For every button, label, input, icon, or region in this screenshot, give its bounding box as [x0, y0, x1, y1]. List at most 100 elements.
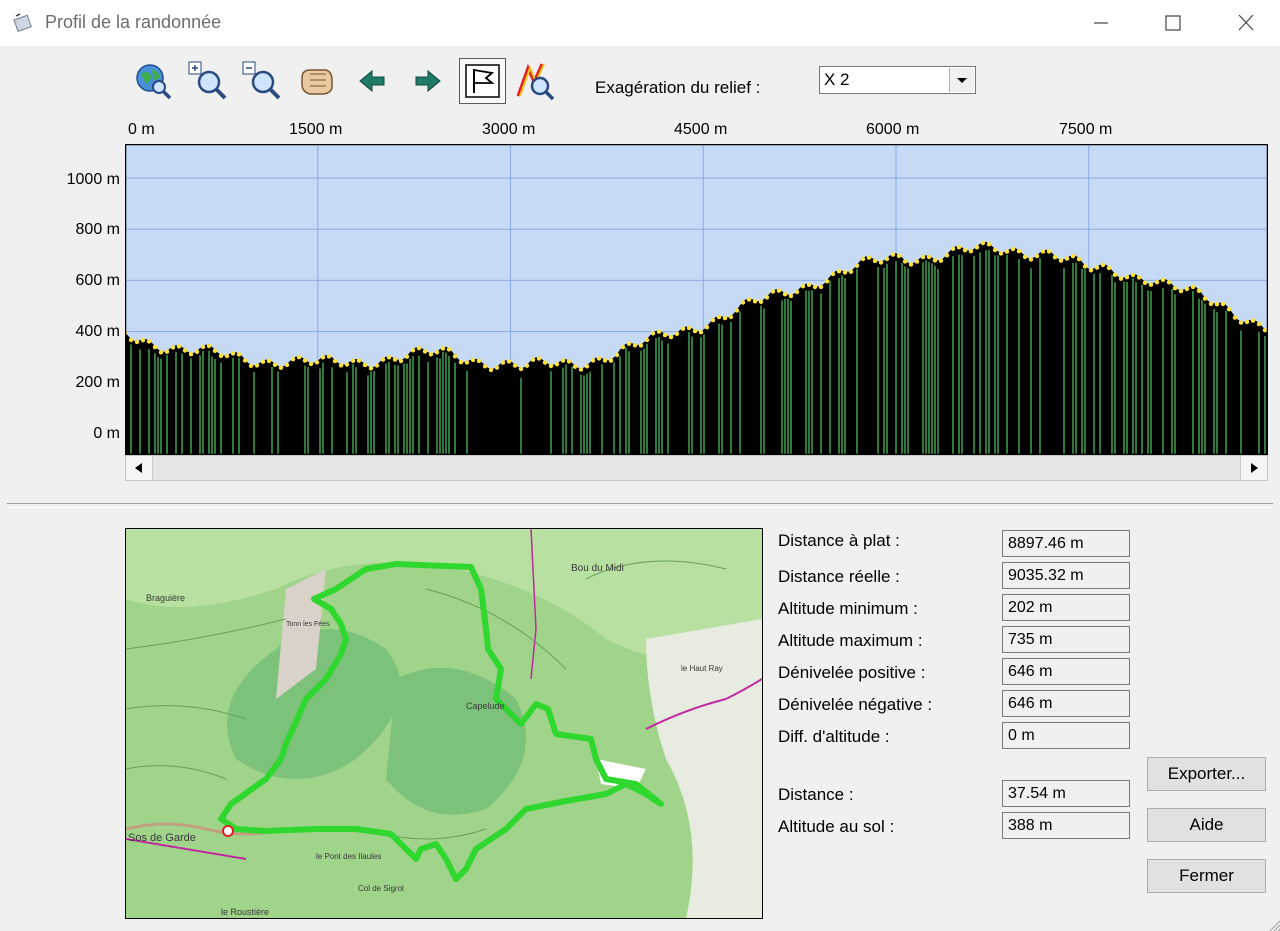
zoom-in-icon[interactable]: [187, 60, 229, 102]
track-point: [170, 345, 176, 350]
track-point: [680, 326, 686, 331]
track-point: [1010, 246, 1016, 252]
x-tick-label: 1500 m: [289, 121, 343, 138]
track-point: [1172, 286, 1178, 291]
y-tick-label: 1000 m: [66, 171, 120, 188]
track-point: [134, 339, 140, 345]
track-point: [1064, 256, 1070, 261]
track-point: [740, 300, 746, 305]
track-point: [884, 256, 890, 262]
track-point: [320, 355, 326, 360]
track-point: [278, 365, 284, 370]
track-point: [1076, 257, 1082, 262]
track-point: [476, 358, 482, 364]
stat-label: Altitude maximum :: [778, 631, 923, 650]
stat-label: Diff. d'altitude :: [778, 727, 890, 746]
track-point: [416, 345, 422, 351]
track-point: [1184, 286, 1190, 292]
maximize-icon[interactable]: [1150, 8, 1194, 38]
track-point: [1028, 257, 1034, 262]
track-point: [1124, 275, 1130, 280]
arrow-right-icon[interactable]: [406, 60, 448, 102]
track-point: [560, 358, 566, 363]
track-point: [1220, 301, 1226, 307]
minimize-icon[interactable]: [1078, 8, 1122, 38]
pan-hand-icon[interactable]: [296, 60, 338, 102]
track-point: [1106, 265, 1112, 271]
track-point: [464, 360, 470, 365]
track-point: [932, 258, 938, 263]
track-point: [614, 352, 620, 358]
track-point: [1070, 254, 1076, 259]
track-point: [524, 363, 530, 368]
track-point: [326, 354, 332, 359]
map-label: Col de Sigrol: [358, 884, 404, 893]
profile-scrollbar[interactable]: [125, 455, 1268, 481]
track-point: [218, 353, 224, 358]
elevation-profile[interactable]: [125, 144, 1268, 455]
resize-grip-icon[interactable]: [1266, 917, 1280, 931]
track-point: [554, 362, 560, 367]
track-point: [1166, 280, 1172, 285]
track-point: [1190, 284, 1196, 290]
cursor-altitude-value: 388 m: [1002, 812, 1130, 839]
track-point: [188, 352, 194, 357]
map-label: Bou du Midi: [571, 563, 624, 574]
track-point: [302, 358, 308, 363]
track-point: [974, 245, 980, 250]
scroll-left-button[interactable]: [126, 456, 153, 480]
stat-value: 646 m: [1002, 690, 1130, 717]
track-point: [386, 355, 392, 360]
horizontal-separator: [7, 503, 1273, 508]
track-point: [332, 358, 338, 364]
track-point: [626, 341, 632, 346]
track-point: [488, 367, 494, 373]
track-point: [956, 245, 962, 250]
close-icon[interactable]: [1224, 8, 1268, 38]
help-button[interactable]: Aide: [1147, 808, 1266, 842]
route-zoom-icon[interactable]: [514, 60, 556, 102]
track-point: [146, 339, 152, 344]
route-map[interactable]: Braguière Bou du Midi Sos de Garde Capel…: [125, 528, 763, 919]
track-point: [794, 289, 800, 295]
track-point: [314, 360, 320, 365]
track-point: [1052, 255, 1058, 260]
scroll-right-button[interactable]: [1240, 456, 1267, 480]
track-point: [1250, 318, 1256, 323]
track-point: [1196, 288, 1202, 293]
exaggeration-select[interactable]: X 2: [819, 66, 976, 94]
flag-button[interactable]: [459, 58, 506, 104]
track-point: [152, 345, 158, 350]
track-point: [182, 348, 188, 353]
track-point: [128, 337, 134, 343]
track-point: [770, 289, 776, 294]
track-point: [356, 358, 362, 363]
track-point: [590, 358, 596, 363]
x-tick-label: 3000 m: [482, 121, 536, 138]
track-point: [800, 284, 806, 289]
track-point: [236, 352, 242, 357]
cursor-distance-value: 37.54 m: [1002, 780, 1130, 807]
track-point: [944, 253, 950, 258]
stat-value: 9035.32 m: [1002, 562, 1130, 589]
close-button[interactable]: Fermer: [1147, 859, 1266, 893]
track-point: [926, 254, 932, 260]
track-point: [1094, 265, 1100, 270]
track-point: [752, 299, 758, 304]
stat-value: 735 m: [1002, 626, 1130, 653]
zoom-out-icon[interactable]: [241, 60, 283, 102]
track-point: [1256, 321, 1262, 327]
arrow-left-icon[interactable]: [352, 60, 394, 102]
track-point: [1118, 276, 1124, 281]
chevron-down-icon[interactable]: [949, 68, 974, 92]
title-bar: Profil de la randonnée: [0, 0, 1280, 46]
globe-search-icon[interactable]: [132, 60, 174, 102]
track-point: [452, 354, 458, 359]
track-point: [1262, 328, 1268, 333]
export-button[interactable]: Exporter...: [1147, 757, 1266, 791]
track-point: [1058, 258, 1064, 263]
track-point: [818, 284, 824, 290]
track-point: [992, 247, 998, 253]
track-point: [1244, 319, 1250, 325]
track-point: [938, 258, 944, 263]
